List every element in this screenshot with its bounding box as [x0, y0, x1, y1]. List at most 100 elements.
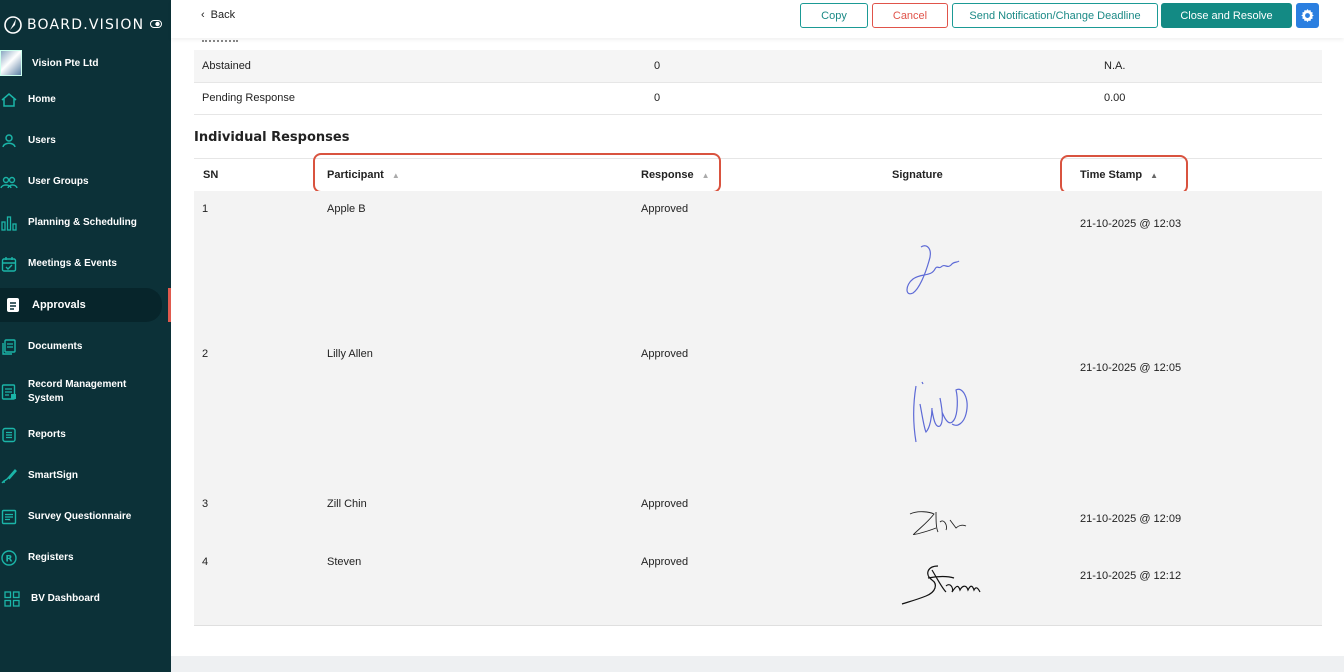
user-group-icon — [0, 176, 18, 189]
sidebar-item-planning[interactable]: Planning & Scheduling — [0, 214, 162, 232]
copy-button[interactable]: Copy — [800, 3, 868, 28]
sidebar-item-label: BV Dashboard — [31, 593, 100, 604]
sidebar-item-label: Users — [28, 135, 56, 146]
column-header-label: Signature — [892, 169, 943, 181]
reports-icon — [2, 427, 16, 443]
settings-button[interactable] — [1296, 3, 1319, 28]
summary-value: 0.00 — [1104, 92, 1126, 104]
cell-timestamp: 21-10-2025 @ 12:09 — [1080, 513, 1182, 525]
column-header-signature: Signature — [892, 169, 943, 181]
summary-count: 0 — [654, 92, 661, 104]
cell-timestamp: 21-10-2025 @ 12:12 — [1080, 570, 1182, 582]
sidebar-item-reports[interactable]: Reports — [0, 426, 162, 444]
sidebar-item-label: Home — [28, 94, 56, 105]
cancel-button[interactable]: Cancel — [872, 3, 948, 28]
summary-value: N.A. — [1104, 60, 1126, 72]
sidebar-item-label: Planning & Scheduling — [28, 217, 137, 228]
sidebar-item-label: Approvals — [32, 299, 86, 311]
app-logo[interactable]: BOARD.VISION — [4, 14, 144, 36]
sidebar-item-label: User Groups — [28, 176, 89, 187]
sidebar-item-approvals[interactable]: Approvals — [0, 288, 162, 322]
sidebar-item-bv-dashboard[interactable]: BV Dashboard — [0, 590, 162, 608]
top-toolbar: ‹ Back Copy Cancel Send Notification/Cha… — [171, 0, 1344, 38]
signature-image — [913, 381, 968, 443]
sidebar-item-home[interactable]: Home — [0, 91, 162, 109]
sidebar-toggle-icon[interactable] — [150, 20, 162, 28]
sidebar-item-documents[interactable]: Documents — [0, 338, 162, 356]
truncated-text-fragment — [202, 38, 238, 42]
cell-participant: Lilly Allen — [327, 348, 373, 360]
bar-chart-icon — [1, 216, 17, 231]
summary-cut-row — [194, 38, 1322, 50]
sidebar-item-label: Meetings & Events — [28, 258, 117, 269]
record-icon — [1, 384, 16, 400]
sidebar-item-users[interactable]: Users — [0, 132, 162, 150]
sidebar-item-user-groups[interactable]: User Groups — [0, 173, 162, 191]
cell-participant: Zill Chin — [327, 498, 367, 510]
user-icon — [2, 134, 16, 148]
cell-response: Approved — [641, 498, 689, 510]
highlight-box-timestamp — [1060, 155, 1188, 194]
sidebar-item-meetings[interactable]: Meetings & Events — [0, 255, 162, 273]
cell-response: Approved — [641, 348, 689, 360]
approvals-icon — [7, 298, 19, 312]
sidebar-item-label: Registers — [28, 552, 74, 563]
sidebar-item-label: Survey Questionnaire — [28, 511, 132, 522]
gear-icon — [1301, 8, 1314, 23]
table-row: 4 Steven Approved 21-10-2025 @ 12:12 — [194, 544, 1322, 626]
back-label: Back — [210, 9, 236, 21]
summary-row-pending: Pending Response 0 0.00 — [194, 82, 1322, 115]
cell-sn: 2 — [202, 348, 209, 360]
org-avatar — [0, 50, 22, 76]
column-header-label: SN — [203, 169, 219, 181]
page-footer-gap — [171, 656, 1344, 672]
signature-image — [901, 565, 981, 605]
sidebar-item-record-management[interactable]: Record Management System — [0, 378, 162, 406]
table-row: 2 Lilly Allen Approved 21-10-2025 @ 12:0… — [194, 336, 1322, 487]
cell-sn: 4 — [202, 556, 209, 568]
sidebar: BOARD.VISION Vision Pte Ltd Home Users U… — [0, 0, 171, 672]
send-notification-button[interactable]: Send Notification/Change Deadline — [952, 3, 1158, 28]
sidebar-item-label: Documents — [28, 341, 83, 352]
cell-participant: Apple B — [327, 203, 366, 215]
summary-label: Pending Response — [202, 92, 295, 104]
signature-image — [909, 511, 967, 535]
smartsign-icon — [1, 468, 17, 484]
table-row: 3 Zill Chin Approved 21-10-2025 @ 12:09 — [194, 486, 1322, 545]
sidebar-item-smartsign[interactable]: SmartSign — [0, 467, 162, 485]
signature-image — [906, 245, 960, 295]
section-title-individual-responses: Individual Responses — [194, 130, 350, 145]
cell-timestamp: 21-10-2025 @ 12:03 — [1080, 218, 1182, 230]
cell-timestamp: 21-10-2025 @ 12:05 — [1080, 362, 1182, 374]
cell-response: Approved — [641, 556, 689, 568]
org-switcher[interactable]: Vision Pte Ltd — [0, 50, 99, 76]
logo-icon — [4, 16, 22, 34]
summary-label: Abstained — [202, 60, 251, 72]
cell-participant: Steven — [327, 556, 362, 568]
cell-response: Approved — [641, 203, 689, 215]
chevron-left-icon: ‹ — [201, 9, 205, 21]
sidebar-item-survey[interactable]: Survey Questionnaire — [0, 508, 162, 526]
home-icon — [1, 93, 17, 107]
summary-row-abstained: Abstained 0 N.A. — [194, 50, 1322, 83]
table-row: 1 Apple B Approved 21-10-2025 @ 12:03 — [194, 191, 1322, 337]
svg-text:R: R — [6, 555, 13, 565]
back-link[interactable]: ‹ Back — [201, 9, 235, 21]
survey-icon — [1, 509, 17, 525]
sidebar-item-label: Reports — [28, 429, 66, 440]
summary-count: 0 — [654, 60, 661, 72]
logo-text: BOARD.VISION — [27, 17, 145, 33]
cell-sn: 3 — [202, 498, 209, 510]
close-and-resolve-button[interactable]: Close and Resolve — [1161, 3, 1292, 28]
dashboard-icon — [4, 591, 20, 607]
documents-icon — [2, 339, 16, 355]
sidebar-item-label: Record Management System — [28, 379, 127, 404]
sidebar-item-label: SmartSign — [28, 470, 79, 481]
registers-icon: R — [1, 550, 17, 566]
highlight-box-participant-response — [313, 153, 721, 193]
approval-detail-panel: Abstained 0 N.A. Pending Response 0 0.00… — [171, 38, 1344, 656]
sidebar-item-registers[interactable]: R Registers — [0, 549, 162, 567]
org-name: Vision Pte Ltd — [32, 57, 99, 69]
calendar-icon — [1, 257, 17, 272]
column-header-sn: SN — [203, 169, 218, 181]
